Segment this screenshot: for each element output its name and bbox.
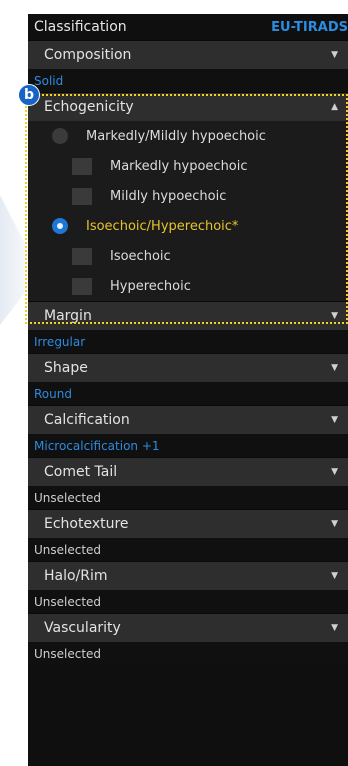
margin-value: Irregular xyxy=(28,330,348,353)
chevron-down-icon: ▼ xyxy=(331,415,338,425)
section-shape[interactable]: Shape ▼ xyxy=(28,353,348,382)
classification-mode[interactable]: EU-TIRADS xyxy=(271,20,348,35)
chevron-down-icon: ▼ xyxy=(331,50,338,60)
section-label: Shape xyxy=(44,360,88,376)
panel-header: Classification EU-TIRADS xyxy=(28,14,348,40)
section-label: Calcification xyxy=(44,412,130,428)
section-comet-tail[interactable]: Comet Tail ▼ xyxy=(28,457,348,486)
echotexture-value: Unselected xyxy=(28,538,348,561)
section-label: Echogenicity xyxy=(44,99,134,115)
chevron-down-icon: ▼ xyxy=(331,467,338,477)
comet-tail-value: Unselected xyxy=(28,486,348,509)
section-echotexture[interactable]: Echotexture ▼ xyxy=(28,509,348,538)
calcification-value: Microcalcification +1 xyxy=(28,434,348,457)
option-mildly-hypoechoic[interactable]: Mildly hypoechoic xyxy=(28,181,348,211)
option-markedly-hypoechoic[interactable]: Markedly hypoechoic xyxy=(28,151,348,181)
chevron-down-icon: ▼ xyxy=(331,363,338,373)
section-margin[interactable]: Margin ▼ xyxy=(28,301,348,330)
option-label: Isoechoic xyxy=(110,248,171,264)
section-label: Halo/Rim xyxy=(44,568,108,584)
option-isoechoic[interactable]: Isoechoic xyxy=(28,241,348,271)
option-hyperechoic[interactable]: Hyperechoic xyxy=(28,271,348,301)
section-label: Margin xyxy=(44,308,92,324)
chevron-down-icon: ▼ xyxy=(331,571,338,581)
section-label: Comet Tail xyxy=(44,464,118,480)
section-calcification[interactable]: Calcification ▼ xyxy=(28,405,348,434)
section-label: Composition xyxy=(44,47,132,63)
chevron-down-icon: ▼ xyxy=(331,519,338,529)
section-echogenicity[interactable]: Echogenicity ▲ xyxy=(28,92,348,121)
shape-value: Round xyxy=(28,382,348,405)
option-label: Mildly hypoechoic xyxy=(110,188,227,204)
option-label: Markedly hypoechoic xyxy=(110,158,248,174)
panel-title: Classification xyxy=(34,19,127,35)
section-vascularity[interactable]: Vascularity ▼ xyxy=(28,613,348,642)
option-label: Markedly/Mildly hypoechoic xyxy=(86,128,266,144)
radio-selected-icon[interactable] xyxy=(52,218,68,234)
checkbox[interactable] xyxy=(72,187,92,205)
radio-icon[interactable] xyxy=(52,128,68,144)
option-isoechoic-hyperechoic[interactable]: Isoechoic/Hyperechoic* xyxy=(28,211,348,241)
option-label: Hyperechoic xyxy=(110,278,191,294)
section-halo-rim[interactable]: Halo/Rim ▼ xyxy=(28,561,348,590)
checkbox[interactable] xyxy=(72,157,92,175)
echogenicity-options: Markedly/Mildly hypoechoic Markedly hypo… xyxy=(28,121,348,301)
checkbox[interactable] xyxy=(72,247,92,265)
checkbox[interactable] xyxy=(72,277,92,295)
option-label: Isoechoic/Hyperechoic* xyxy=(86,218,239,234)
chevron-down-icon: ▼ xyxy=(331,311,338,321)
section-composition[interactable]: Composition ▼ xyxy=(28,40,348,69)
vascularity-value: Unselected xyxy=(28,642,348,665)
composition-value: Solid xyxy=(28,69,348,92)
classification-panel: Classification EU-TIRADS Composition ▼ S… xyxy=(28,14,348,766)
callout-badge: b xyxy=(18,84,40,106)
section-label: Vascularity xyxy=(44,620,121,636)
chevron-up-icon: ▲ xyxy=(331,102,338,112)
chevron-down-icon: ▼ xyxy=(331,623,338,633)
option-markedly-mildly-hypoechoic[interactable]: Markedly/Mildly hypoechoic xyxy=(28,121,348,151)
section-label: Echotexture xyxy=(44,516,129,532)
halo-rim-value: Unselected xyxy=(28,590,348,613)
